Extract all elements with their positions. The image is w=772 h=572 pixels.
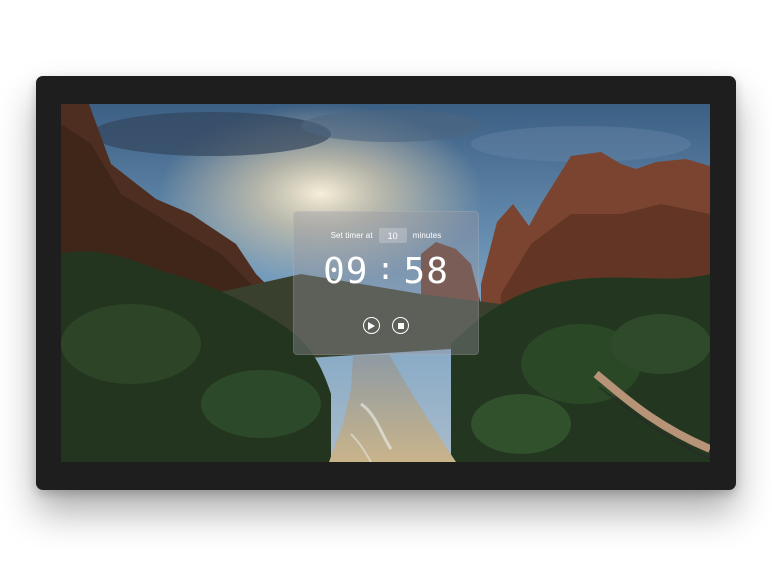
set-timer-label: Set timer at [330,231,373,240]
set-timer-row: Set timer at minutes [294,228,478,243]
countdown-separator: : [376,252,396,287]
stop-icon [397,322,404,329]
timer-minutes-input[interactable] [378,228,407,243]
tablet-device-frame: Set timer at minutes 09 : 58 [36,76,736,490]
play-icon [368,321,375,330]
timer-controls [294,317,478,334]
tablet-screen: Set timer at minutes 09 : 58 [61,104,710,462]
timer-panel: Set timer at minutes 09 : 58 [293,211,479,355]
minutes-label: minutes [412,231,442,240]
countdown-minutes: 09 [323,251,369,292]
countdown-seconds: 58 [403,251,449,292]
countdown-display: 09 : 58 [294,254,478,290]
play-button[interactable] [363,317,380,334]
stop-button[interactable] [392,317,409,334]
